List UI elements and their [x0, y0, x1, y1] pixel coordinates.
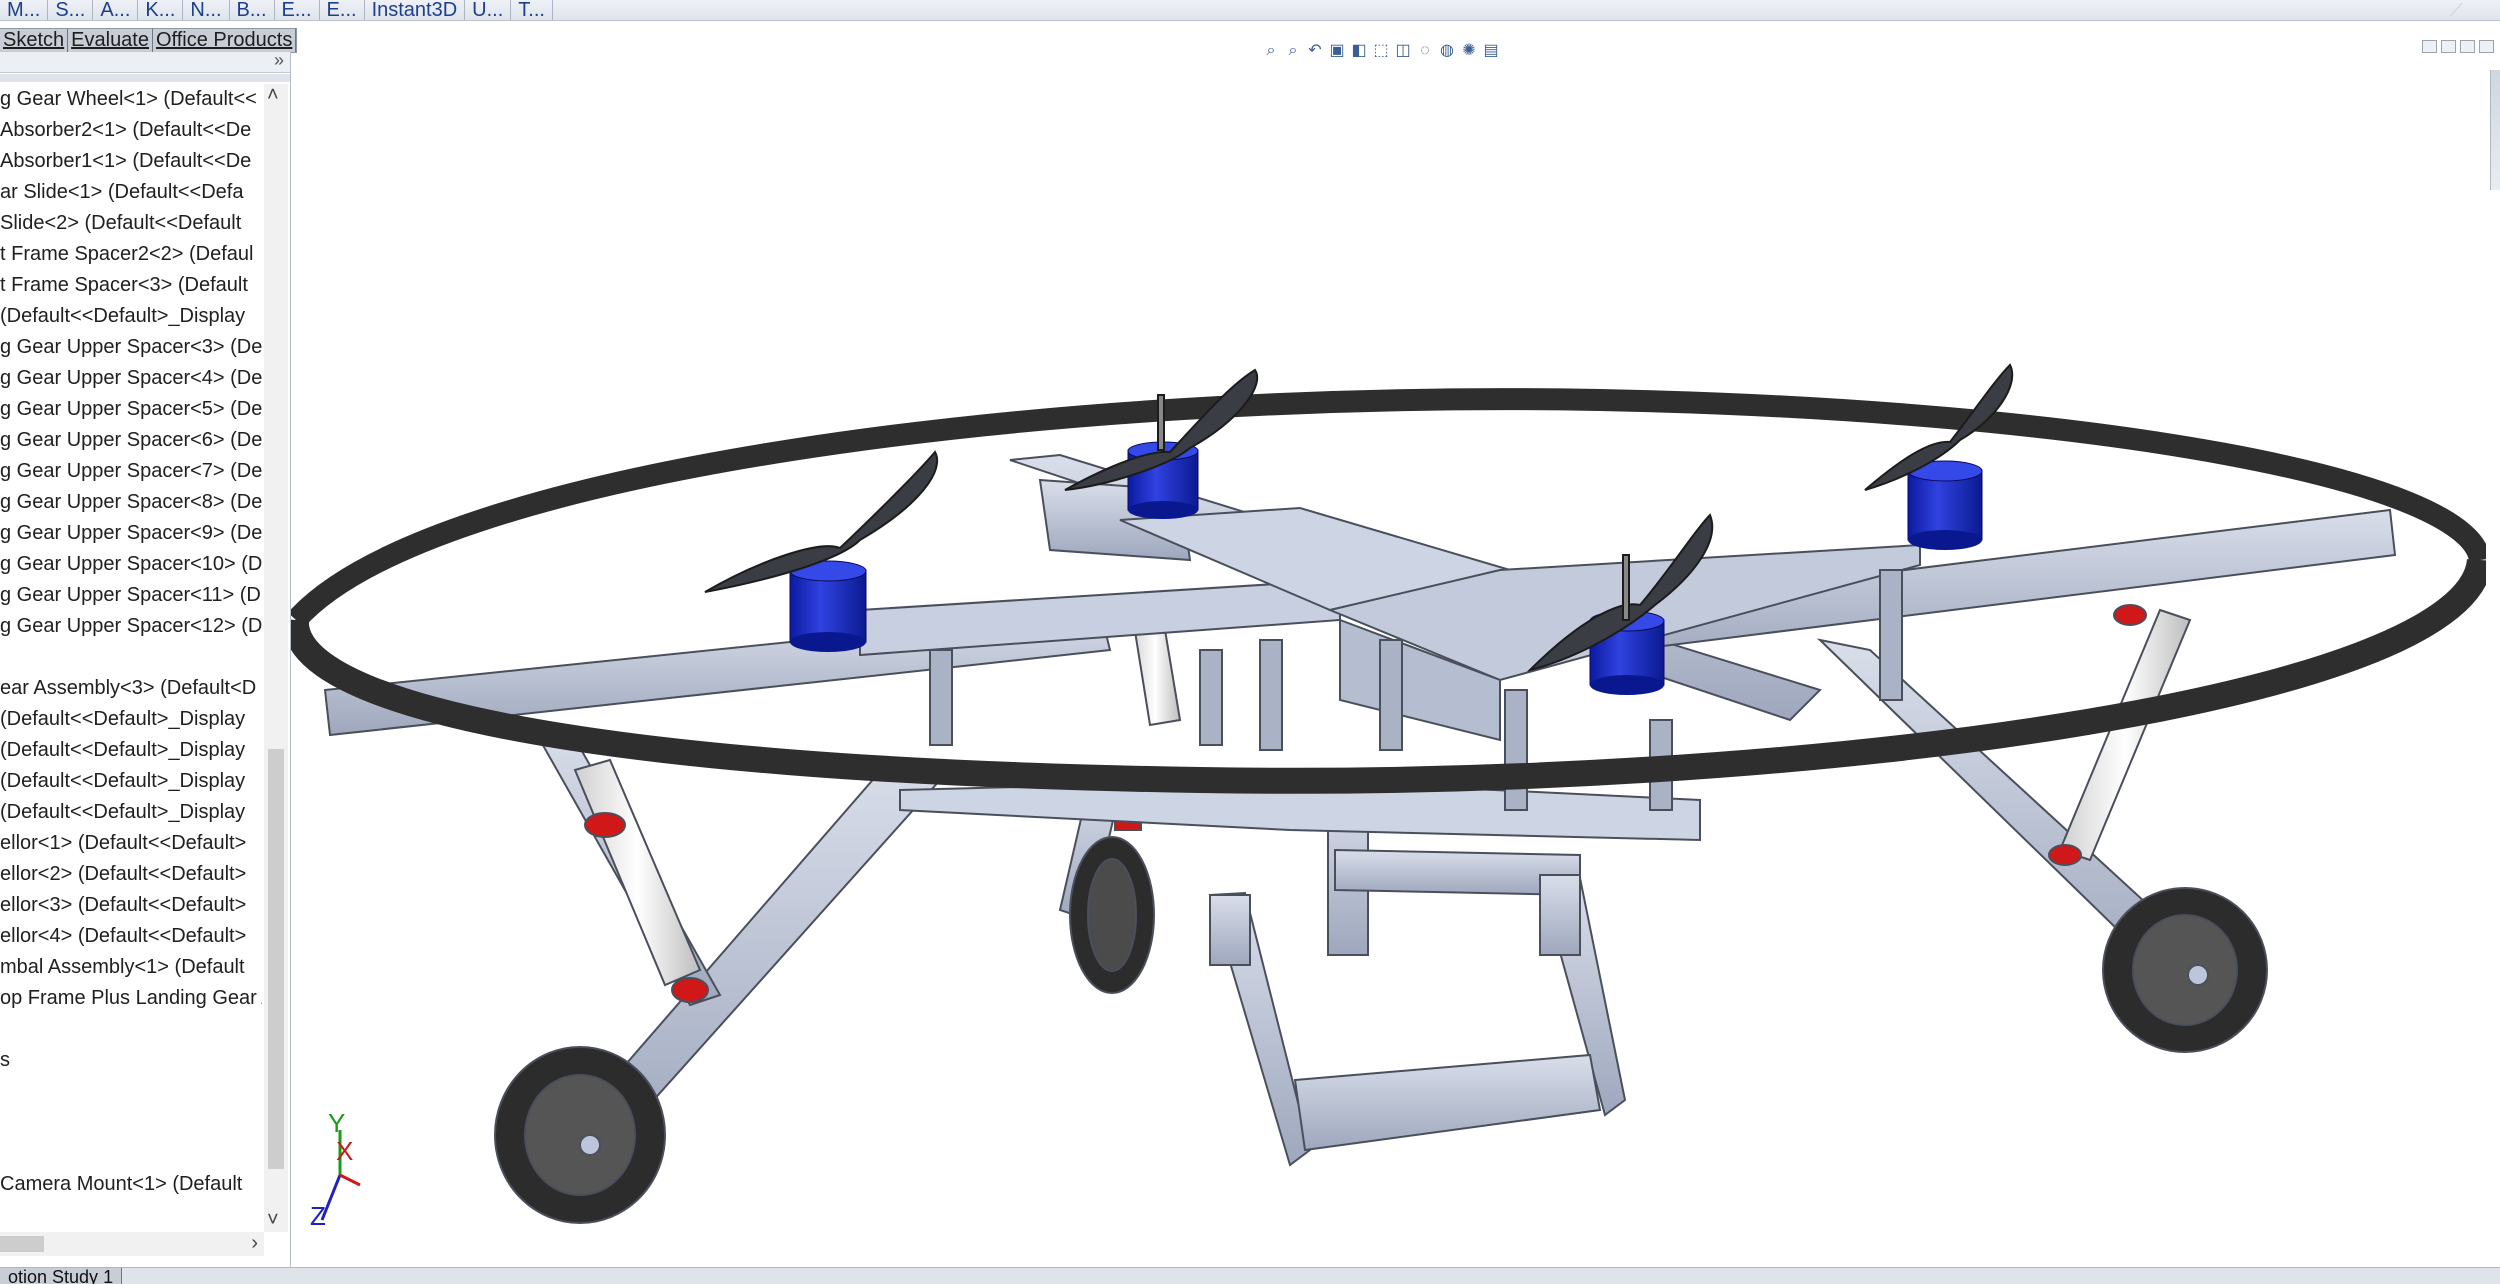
tree-item[interactable]: (Default<<Default>_Display: [0, 704, 262, 735]
ribbon-tab[interactable]: E...: [275, 0, 320, 20]
tree-item[interactable]: g Gear Upper Spacer<9> (De: [0, 518, 262, 549]
tree-item[interactable]: ear Assembly<3> (Default<D: [0, 673, 262, 704]
ribbon-tab[interactable]: B...: [230, 0, 275, 20]
coordinate-triad: Y X Z: [310, 1108, 361, 1231]
tree-item[interactable]: ar Slide<1> (Default<<Defa: [0, 177, 262, 208]
triad-y-label: Y: [328, 1108, 345, 1138]
motor-left: [789, 560, 867, 652]
ribbon-tab[interactable]: A...: [93, 0, 139, 20]
tree-item[interactable]: ellor<2> (Default<<Default>: [0, 859, 262, 890]
command-manager-tabs: Sketch Evaluate Office Products: [0, 28, 298, 53]
tab-motion-study[interactable]: otion Study 1: [0, 1268, 123, 1284]
tree-item[interactable]: [0, 1107, 262, 1138]
tree-item[interactable]: g Gear Upper Spacer<12> (D: [0, 611, 262, 642]
scroll-up-icon[interactable]: ˄: [267, 84, 279, 107]
tree-item[interactable]: Absorber2<1> (Default<<De: [0, 115, 262, 146]
panel-divider: [0, 74, 290, 82]
drone-model: Y X Z: [291, 363, 2486, 1231]
tree-item[interactable]: Absorber1<1> (Default<<De: [0, 146, 262, 177]
task-pane-tabs[interactable]: [2490, 70, 2500, 190]
ribbon-tab[interactable]: T...: [511, 0, 553, 20]
ribbon-tab-instant3d[interactable]: Instant3D: [365, 0, 466, 20]
vertical-scrollbar[interactable]: ˄ ˅: [264, 84, 288, 1232]
tab-evaluate[interactable]: Evaluate: [68, 29, 153, 52]
tree-item[interactable]: g Gear Upper Spacer<8> (De: [0, 487, 262, 518]
tab-office-products[interactable]: Office Products: [153, 29, 297, 52]
feature-manager-tree: » g Gear Wheel<1> (Default<< Absorber2<1>…: [0, 52, 291, 1267]
tree-item[interactable]: (Default<<Default>_Display: [0, 735, 262, 766]
tree-item[interactable]: g Gear Upper Spacer<6> (De: [0, 425, 262, 456]
tree-item[interactable]: Camera Mount<1> (Default: [0, 1169, 262, 1200]
ribbon-tab[interactable]: N...: [183, 0, 230, 20]
tree-item[interactable]: g Gear Upper Spacer<4> (De: [0, 363, 262, 394]
tree-item[interactable]: [0, 1076, 262, 1107]
tree-item[interactable]: ellor<4> (Default<<Default>: [0, 921, 262, 952]
tree-item[interactable]: [0, 1138, 262, 1169]
ribbon-tab[interactable]: E...: [320, 0, 365, 20]
scroll-thumb[interactable]: [0, 1236, 44, 1252]
tree-item[interactable]: [0, 1014, 262, 1045]
tree-item[interactable]: g Gear Upper Spacer<7> (De: [0, 456, 262, 487]
scroll-thumb[interactable]: [268, 749, 284, 1169]
graphics-area[interactable]: Y X Z: [291, 52, 2486, 1266]
scroll-right-icon[interactable]: ›: [251, 1232, 258, 1255]
model-motion-tabs: otion Study 1: [0, 1267, 2500, 1284]
tree-item[interactable]: t Frame Spacer2<2> (Defaul: [0, 239, 262, 270]
triad-x-label: X: [336, 1136, 353, 1166]
tree-item[interactable]: g Gear Wheel<1> (Default<<: [0, 84, 262, 115]
tree-item[interactable]: g Gear Upper Spacer<3> (De: [0, 332, 262, 363]
tree-item[interactable]: g Gear Upper Spacer<10> (D: [0, 549, 262, 580]
tree-item[interactable]: Slide<2> (Default<<Default: [0, 208, 262, 239]
motor-back-right: [1907, 460, 1983, 550]
front-left-landing-gear: [494, 728, 942, 1224]
ribbon-tab[interactable]: U...: [465, 0, 512, 20]
panel-header: »: [0, 52, 290, 73]
tree-item[interactable]: t Frame Spacer<3> (Default: [0, 270, 262, 301]
tree-item[interactable]: op Frame Plus Landing Gear A: [0, 983, 262, 1014]
tree-item[interactable]: [0, 642, 262, 673]
tree-item[interactable]: (Default<<Default>_Display: [0, 766, 262, 797]
expand-panel-icon[interactable]: »: [274, 52, 284, 71]
ribbon-tab-strip: M... S... A... K... N... B... E... E... …: [0, 0, 2500, 21]
camera-gimbal-mount: [1208, 789, 1627, 1167]
ribbon-tab[interactable]: K...: [138, 0, 184, 20]
horizontal-scrollbar[interactable]: ›: [0, 1232, 264, 1256]
tree-item[interactable]: g Gear Upper Spacer<5> (De: [0, 394, 262, 425]
tree-item[interactable]: s: [0, 1045, 262, 1076]
help-curve-icon: ⟋: [2450, 0, 2463, 20]
triad-z-label: Z: [310, 1201, 326, 1231]
tab-sketch[interactable]: Sketch: [0, 29, 69, 52]
tree-item[interactable]: ellor<3> (Default<<Default>: [0, 890, 262, 921]
ribbon-tab[interactable]: M...: [0, 0, 49, 20]
tree-item[interactable]: (Default<<Default>_Display: [0, 797, 262, 828]
ribbon-tab[interactable]: S...: [48, 0, 94, 20]
tree-item[interactable]: mbal Assembly<1> (Default: [0, 952, 262, 983]
scroll-down-icon[interactable]: ˅: [267, 1209, 279, 1232]
tree-item[interactable]: ellor<1> (Default<<Default>: [0, 828, 262, 859]
tree-item[interactable]: g Gear Upper Spacer<11> (D: [0, 580, 262, 611]
tree-item[interactable]: (Default<<Default>_Display: [0, 301, 262, 332]
